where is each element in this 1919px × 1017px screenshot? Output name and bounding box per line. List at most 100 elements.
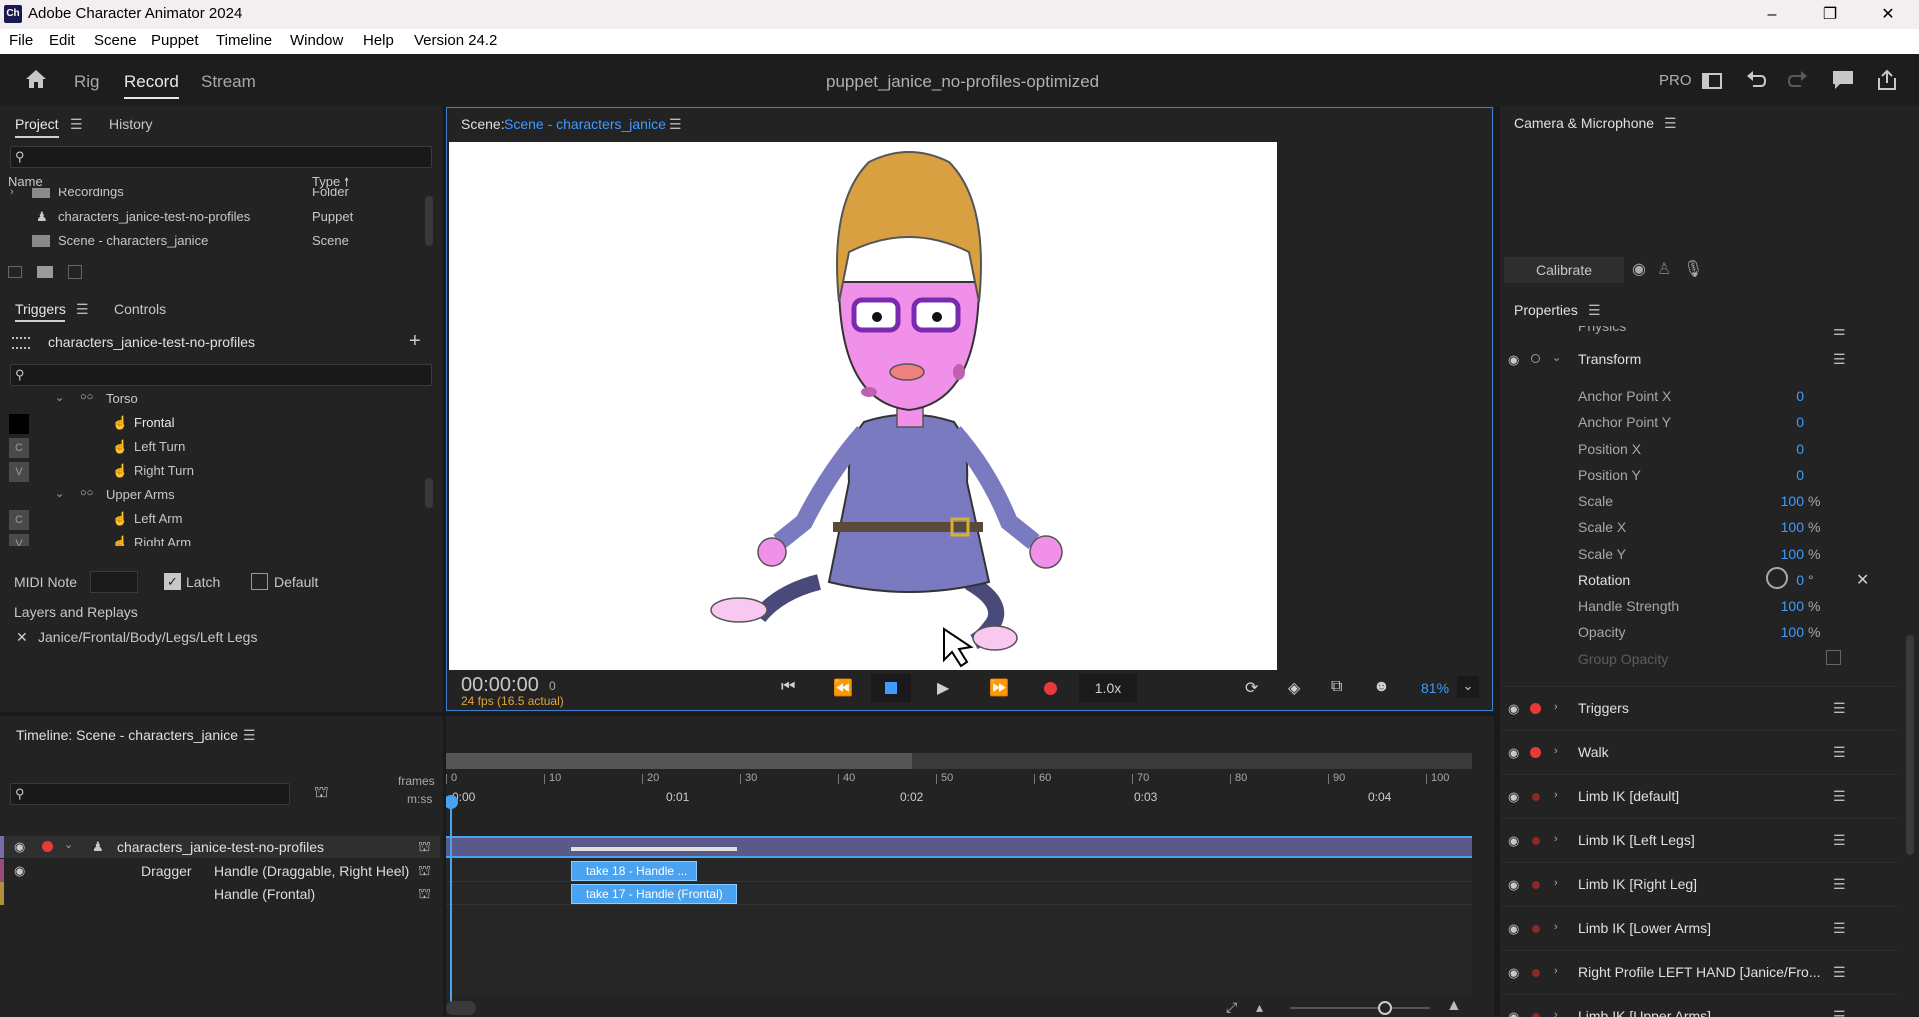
tab-history[interactable]: History [109, 116, 153, 132]
eye-icon[interactable]: ◉ [14, 839, 25, 855]
menu-puppet[interactable]: Puppet [151, 32, 199, 49]
panel-divider[interactable] [0, 712, 1494, 716]
behavior-menu-icon[interactable]: ☰ [1833, 788, 1846, 805]
janice-puppet[interactable] [449, 142, 1277, 670]
scrollbar[interactable] [425, 196, 433, 246]
default-checkbox[interactable] [251, 573, 268, 590]
record-arm-icon[interactable] [1532, 881, 1540, 889]
tree-item[interactable]: C ☝ Left Arm [0, 508, 425, 532]
project-menu-icon[interactable]: ☰ [70, 116, 83, 133]
tree-item[interactable]: ☝ Frontal [0, 412, 425, 436]
behavior-menu-icon[interactable]: ☰ [1833, 1008, 1846, 1017]
triggers-menu-icon[interactable]: ☰ [76, 301, 89, 318]
cast-icon[interactable]: ⧉ [1331, 678, 1342, 696]
playhead-handle[interactable] [444, 795, 458, 809]
prop-value[interactable]: 100 [1732, 598, 1804, 614]
behavior-row[interactable]: ◉ › Limb IK [Upper Arms] ☰ [1500, 994, 1900, 1017]
chevron-right-icon[interactable]: › [1554, 1009, 1558, 1017]
feedback-icon[interactable] [1832, 70, 1854, 93]
record-button[interactable] [1044, 682, 1057, 695]
chevron-down-icon[interactable]: ⌄ [55, 394, 64, 404]
mesh-icon[interactable]: ◈ [1288, 678, 1300, 698]
chevron-right-icon[interactable]: › [1554, 789, 1558, 801]
loop-icon[interactable]: ⟳ [1245, 678, 1258, 698]
tab-stream[interactable]: Stream [201, 72, 256, 92]
prop-value[interactable]: 100 [1732, 546, 1804, 562]
scene-viewport[interactable] [447, 142, 1492, 672]
eye-icon[interactable]: ◉ [14, 863, 25, 879]
eye-icon[interactable]: ◉ [1508, 352, 1519, 368]
new-folder-icon[interactable] [37, 266, 53, 278]
work-area-bar[interactable] [446, 753, 912, 769]
chevron-right-icon[interactable]: › [1554, 965, 1558, 977]
handle-track-header[interactable]: Handle (Frontal) ⛫ [0, 882, 440, 905]
behavior-row[interactable]: ◉ › Triggers ☰ [1500, 686, 1900, 730]
group-opacity-checkbox[interactable] [1826, 650, 1841, 665]
tab-triggers[interactable]: Triggers [15, 301, 66, 317]
trigger-search-input[interactable]: ⚲ [10, 364, 432, 386]
import-icon[interactable] [68, 265, 82, 279]
webcam-icon[interactable]: ◉ [1632, 259, 1646, 279]
record-arm-icon[interactable] [1532, 793, 1540, 801]
record-arm-icon[interactable] [1532, 969, 1540, 977]
tree-item[interactable]: ⌄ ○○ Torso [0, 394, 425, 412]
restore-button[interactable]: ❐ [1801, 0, 1859, 29]
prop-value[interactable]: 0 [1732, 467, 1804, 483]
record-arm-icon[interactable] [1532, 837, 1540, 845]
add-trigger-icon[interactable]: + [409, 330, 421, 353]
zoom-in-icon[interactable]: ▲ [1446, 997, 1462, 1015]
panel-divider[interactable] [443, 106, 446, 1016]
eye-icon[interactable]: ◉ [1508, 745, 1519, 761]
undo-icon[interactable] [1745, 70, 1767, 93]
microphone-icon[interactable]: 🎙 [1683, 259, 1703, 279]
layout-icon[interactable] [1702, 72, 1722, 93]
timeline-menu-icon[interactable]: ☰ [243, 727, 256, 744]
stage-canvas[interactable] [449, 142, 1277, 670]
prop-value[interactable]: 0 [1732, 572, 1804, 588]
chevron-right-icon[interactable]: › [1554, 877, 1558, 889]
key-swatch[interactable]: C [9, 438, 29, 458]
new-scene-icon[interactable] [8, 266, 22, 278]
zoom-out-icon[interactable]: ▴ [1256, 999, 1263, 1016]
minimize-button[interactable]: – [1743, 0, 1801, 29]
menu-edit[interactable]: Edit [49, 32, 75, 49]
reset-rotation-icon[interactable]: ✕ [1856, 570, 1869, 590]
behavior-menu-icon[interactable]: ☰ [1833, 700, 1846, 717]
dragger-track-header[interactable]: ◉ Dragger Handle (Draggable, Right Heel)… [0, 859, 440, 882]
behavior-menu-icon[interactable]: ☰ [1833, 964, 1846, 981]
eye-icon[interactable]: ◉ [1508, 921, 1519, 937]
tab-record[interactable]: Record [124, 72, 179, 99]
prop-value[interactable]: 100 [1732, 624, 1804, 640]
track-area[interactable]: take 18 - Handle ... take 17 - Handle (F… [446, 836, 1472, 996]
body-tracking-icon[interactable]: ♙ [1657, 259, 1671, 279]
playback-speed[interactable]: 1.0x [1079, 674, 1137, 702]
redo-icon[interactable] [1787, 70, 1809, 93]
record-arm-icon[interactable] [1532, 1013, 1540, 1017]
key-swatch[interactable]: V [9, 462, 29, 482]
name-column-header[interactable]: Name [8, 174, 43, 189]
chevron-right-icon[interactable]: › [1554, 745, 1558, 757]
track-options-icon[interactable]: ⛫ [418, 885, 431, 904]
tab-project[interactable]: Project [15, 116, 59, 132]
chevron-right-icon[interactable]: › [10, 188, 14, 198]
scene-menu-icon[interactable]: ☰ [669, 116, 682, 133]
list-item[interactable]: Scene - characters_janice Scene [0, 230, 425, 254]
scrollbar[interactable] [425, 478, 433, 508]
step-forward-icon[interactable]: ⏩ [989, 678, 1009, 698]
behavior-row[interactable]: ◉ › Limb IK [Lower Arms] ☰ [1500, 906, 1900, 950]
menu-help[interactable]: Help [363, 32, 394, 49]
tree-item[interactable]: V ☝ Right Arm [0, 532, 425, 546]
behavior-menu-icon[interactable]: ☰ [1833, 744, 1846, 761]
time-ruler[interactable]: 0 10 20 30 40 50 60 70 80 90 100 0:00 0:… [446, 772, 1472, 810]
go-to-start-icon[interactable]: ⏮ [781, 678, 795, 696]
behavior-row[interactable]: ◉ › Limb IK [Right Leg] ☰ [1500, 862, 1900, 906]
tab-rig[interactable]: Rig [74, 72, 100, 92]
record-arm-icon[interactable] [1532, 925, 1540, 933]
timeline-search-input[interactable]: ⚲ [10, 783, 290, 805]
key-swatch[interactable]: V [9, 534, 29, 546]
type-column-header[interactable]: Type [312, 174, 340, 189]
menu-version[interactable]: Version 24.2 [414, 32, 497, 49]
behavior-row[interactable]: ◉ › Limb IK [default] ☰ [1500, 774, 1900, 818]
eye-icon[interactable]: ◉ [1508, 833, 1519, 849]
panel-divider[interactable] [1494, 106, 1500, 1016]
